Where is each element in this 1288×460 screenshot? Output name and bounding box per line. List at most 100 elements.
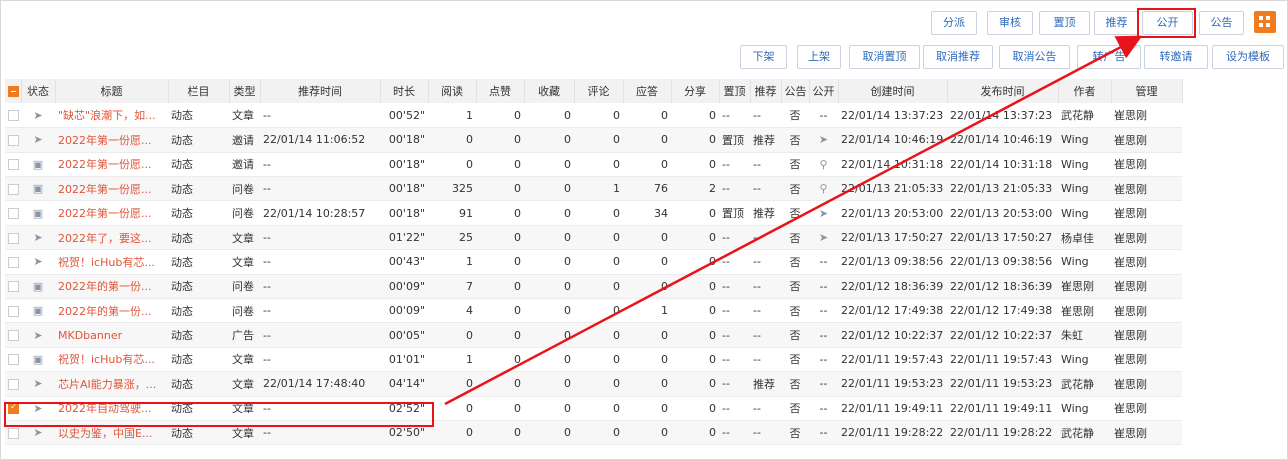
select-all-checkbox[interactable] — [5, 79, 22, 104]
cell-duration: 01'22" — [380, 225, 428, 251]
table-row[interactable]: ▣ 2022年的第一份... 动态 问卷 -- 00'09" 4 0 0 0 1 0 -- -- 否 -- 22… — [5, 298, 1182, 324]
title-link[interactable]: "缺芯"浪潮下，如... — [55, 103, 168, 129]
toolbar-bottom-button-1[interactable]: 上架 — [797, 45, 841, 69]
toolbar-bottom-button-0[interactable]: 下架 — [740, 45, 787, 69]
column-header[interactable]: 标题 — [55, 79, 169, 104]
title-link[interactable]: 祝贺！icHub有芯... — [55, 347, 168, 373]
table-row[interactable]: ➤ "缺芯"浪潮下，如... 动态 文章 -- 00'52" 1 0 0 0 0 0 -- -- 否 -- 22… — [5, 103, 1182, 129]
column-header[interactable]: 公告 — [781, 79, 810, 104]
column-header[interactable]: 推荐时间 — [260, 79, 381, 104]
grid-view-icon[interactable] — [1254, 11, 1276, 33]
title-link[interactable]: 2022年第一份愿... — [55, 176, 168, 202]
title-link[interactable]: 2022年第一份愿... — [55, 152, 168, 178]
cell-like: 0 — [476, 127, 524, 153]
column-header[interactable]: 发布时间 — [947, 79, 1059, 104]
column-header[interactable]: 时长 — [380, 79, 429, 104]
cell-public: -- — [809, 249, 838, 275]
highlight-public-button — [1137, 8, 1196, 38]
row-checkbox[interactable] — [5, 225, 21, 251]
column-header[interactable]: 创建时间 — [838, 79, 948, 104]
column-header[interactable]: 点赞 — [476, 79, 525, 104]
row-checkbox[interactable] — [5, 249, 21, 275]
cell-like: 0 — [476, 322, 524, 348]
table-row[interactable]: ➤ MKDbanner 动态 广告 -- 00'05" 0 0 0 0 0 0 -- -- 否 -- 22/01… — [5, 322, 1182, 348]
row-checkbox[interactable] — [5, 176, 21, 202]
toolbar-top-button-1[interactable]: 审核 — [987, 11, 1033, 35]
column-header[interactable]: 分享 — [671, 79, 720, 104]
cell-rec-time: -- — [260, 176, 380, 202]
cell-manager: 崔思刚 — [1111, 322, 1182, 348]
table-row[interactable]: ▣ 2022年的第一份... 动态 问卷 -- 00'09" 7 0 0 0 0 0 -- -- 否 -- 22… — [5, 274, 1182, 300]
table-row[interactable]: ➤ 芯片AI能力暴涨，... 动态 文章 22/01/14 17:48:40 04'14"… — [5, 371, 1182, 397]
column-header[interactable]: 收藏 — [524, 79, 575, 104]
row-checkbox[interactable] — [5, 274, 21, 300]
column-header[interactable]: 阅读 — [428, 79, 477, 104]
column-header[interactable]: 管理 — [1111, 79, 1183, 104]
column-header[interactable]: 评论 — [574, 79, 624, 104]
title-link[interactable]: MKDbanner — [55, 322, 168, 348]
cell-type: 邀请 — [229, 152, 260, 178]
toolbar-top-button-5[interactable]: 公告 — [1199, 11, 1244, 35]
toolbar-top-button-0[interactable]: 分派 — [931, 11, 977, 35]
column-header[interactable]: 类型 — [229, 79, 261, 104]
toolbar-bottom-button-5[interactable]: 转广告 — [1077, 45, 1141, 69]
column-header[interactable]: 作者 — [1058, 79, 1112, 104]
title-link[interactable]: 2022年的第一份... — [55, 274, 168, 300]
row-checkbox[interactable] — [5, 322, 21, 348]
title-link[interactable]: 芯片AI能力暴涨，... — [55, 371, 168, 397]
column-header[interactable]: 栏目 — [168, 79, 230, 104]
title-link[interactable]: 2022年第一份愿... — [55, 200, 168, 226]
table-row[interactable]: ➤ 祝贺！icHub有芯... 动态 文章 -- 00'43" 1 0 0 0 0 0 -- -- 否 -- 2… — [5, 249, 1182, 275]
toolbar-bottom-button-7[interactable]: 设为模板 — [1212, 45, 1284, 69]
title-link[interactable]: 2022年了，要这... — [55, 225, 168, 251]
cell-like: 0 — [476, 371, 524, 397]
cell-rec: 推荐 — [750, 371, 781, 397]
table-row[interactable]: ➤ 2022年第一份愿... 动态 邀请 22/01/14 11:06:52 00'18"… — [5, 127, 1182, 153]
cell-public: -- — [809, 347, 838, 373]
cell-fav: 0 — [524, 347, 574, 373]
row-checkbox[interactable] — [5, 298, 21, 324]
cell-published: 22/01/12 17:49:38 — [947, 298, 1058, 324]
column-header[interactable]: 置顶 — [719, 79, 751, 104]
cell-rec-time: -- — [260, 249, 380, 275]
column-header[interactable]: 应答 — [623, 79, 672, 104]
table-row[interactable]: ▣ 2022年第一份愿... 动态 邀请 -- 00'18" 0 0 0 0 0 0 -- -- 否 ⚲ 22/… — [5, 152, 1182, 178]
table-row[interactable]: ▣ 祝贺！icHub有芯... 动态 文章 -- 01'01" 1 0 0 0 0 0 -- -- 否 -- 2… — [5, 347, 1182, 373]
cell-like: 0 — [476, 176, 524, 202]
cell-rec-time: -- — [260, 274, 380, 300]
table-row[interactable]: ▣ 2022年第一份愿... 动态 问卷 22/01/14 10:28:57 00'18"… — [5, 200, 1182, 226]
cell-fav: 0 — [524, 249, 574, 275]
row-checkbox[interactable] — [5, 103, 21, 129]
row-checkbox[interactable] — [5, 127, 21, 153]
cell-manager: 崔思刚 — [1111, 225, 1182, 251]
toolbar-bottom-button-6[interactable]: 转邀请 — [1144, 45, 1208, 69]
cell-notice: 否 — [781, 371, 809, 397]
title-link[interactable]: 2022年的第一份... — [55, 298, 168, 324]
title-link[interactable]: 2022年第一份愿... — [55, 127, 168, 153]
cell-public: ⚲ — [809, 176, 838, 202]
row-checkbox[interactable] — [5, 347, 21, 373]
column-header[interactable]: 状态 — [21, 79, 56, 104]
column-header[interactable]: 推荐 — [750, 79, 782, 104]
cell-rec: -- — [750, 322, 781, 348]
toolbar-top-button-2[interactable]: 置顶 — [1039, 11, 1090, 35]
cell-like: 0 — [476, 274, 524, 300]
row-checkbox[interactable] — [5, 371, 21, 397]
table-row[interactable]: ▣ 2022年第一份愿... 动态 问卷 -- 00'18" 325 0 0 1 76 2 -- -- 否 ⚲… — [5, 176, 1182, 202]
cell-fav: 0 — [524, 396, 574, 421]
column-header[interactable]: 公开 — [809, 79, 839, 104]
cell-author: Wing — [1058, 176, 1111, 202]
row-checkbox[interactable] — [5, 152, 21, 178]
title-link[interactable]: 祝贺！icHub有芯... — [55, 249, 168, 275]
cell-published: 22/01/11 19:57:43 — [947, 347, 1058, 373]
cell-rec: -- — [750, 298, 781, 324]
cell-rec: -- — [750, 249, 781, 275]
toolbar-top-button-3[interactable]: 推荐 — [1094, 11, 1139, 35]
table-row[interactable]: ➤ 2022年了，要这... 动态 文章 -- 01'22" 25 0 0 0 0 0 -- -- 否 ➤ 22… — [5, 225, 1182, 251]
toolbar-bottom-button-4[interactable]: 取消公告 — [999, 45, 1070, 69]
row-checkbox[interactable] — [5, 200, 21, 226]
cell-fav: 0 — [524, 298, 574, 324]
status-cell: ▣ — [21, 298, 55, 324]
toolbar-bottom-button-2[interactable]: 取消置顶 — [849, 45, 920, 69]
toolbar-bottom-button-3[interactable]: 取消推荐 — [923, 45, 993, 69]
